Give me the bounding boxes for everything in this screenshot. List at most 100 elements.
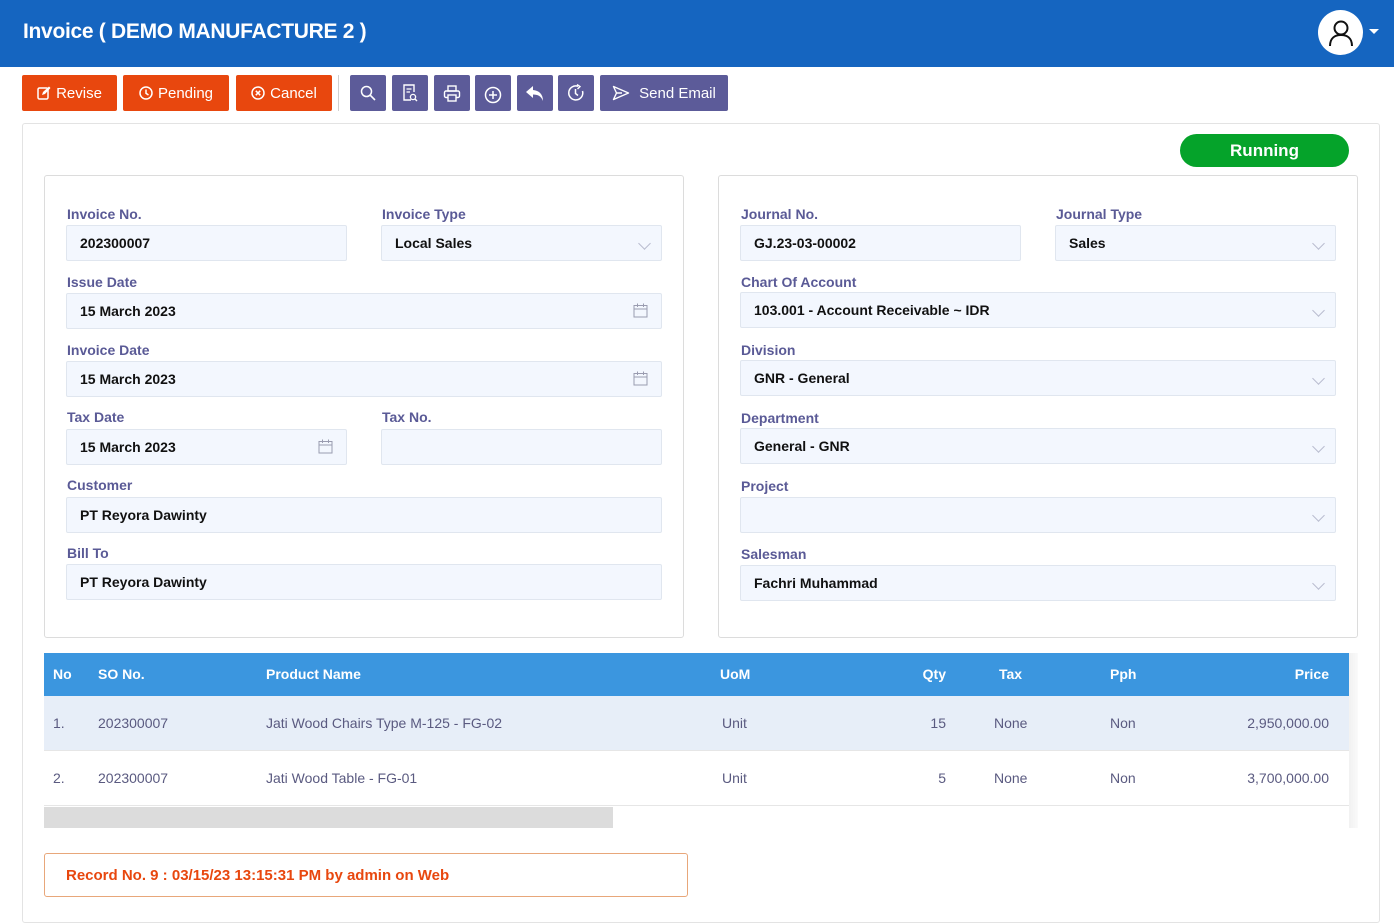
salesman-select[interactable]: Fachri Muhammad — [740, 565, 1336, 601]
salesman-value: Fachri Muhammad — [754, 575, 878, 591]
column-header-tax[interactable]: Tax — [999, 653, 1022, 696]
cell-tax: None — [994, 770, 1028, 786]
bill-to-field[interactable]: PT Reyora Dawinty — [66, 564, 662, 600]
journal-type-value: Sales — [1069, 235, 1106, 251]
journal-type-label: Journal Type — [1056, 206, 1143, 222]
edit-icon — [37, 86, 51, 100]
chart-of-account-label: Chart Of Account — [741, 274, 857, 290]
issue-date-field[interactable]: 15 March 2023 — [66, 293, 662, 329]
invoice-type-select[interactable]: Local Sales — [381, 225, 662, 261]
column-header-product-name[interactable]: Product Name — [266, 653, 361, 696]
preview-document-icon — [403, 84, 418, 102]
department-select[interactable]: General - GNR — [740, 428, 1336, 464]
chevron-down-icon — [1312, 440, 1325, 453]
journal-type-select[interactable]: Sales — [1055, 225, 1336, 261]
invoice-no-field[interactable]: 202300007 — [66, 225, 347, 261]
cancel-button[interactable]: Cancel — [236, 75, 332, 111]
history-button[interactable] — [558, 75, 594, 111]
undo-button[interactable] — [517, 75, 553, 111]
print-button[interactable] — [434, 75, 470, 111]
journal-no-field[interactable]: GJ.23-03-00002 — [740, 225, 1021, 261]
journal-no-label: Journal No. — [741, 206, 819, 222]
preview-button[interactable] — [392, 75, 428, 111]
customer-field[interactable]: PT Reyora Dawinty — [66, 497, 662, 533]
cell-product-name: Jati Wood Table - FG-01 — [266, 770, 418, 786]
chevron-down-icon — [1312, 509, 1325, 522]
status-badge: Running — [1180, 134, 1349, 167]
column-header-uom[interactable]: UoM — [720, 653, 750, 696]
division-select[interactable]: GNR - General — [740, 360, 1336, 396]
print-icon — [443, 84, 461, 102]
record-info-text: Record No. 9 : 03/15/23 13:15:31 PM by a… — [66, 866, 450, 884]
invoice-no-value: 202300007 — [80, 235, 151, 251]
calendar-icon[interactable] — [318, 439, 333, 454]
invoice-date-value: 15 March 2023 — [80, 371, 176, 387]
chevron-down-icon — [1312, 304, 1325, 317]
column-header-price[interactable]: Price — [1295, 653, 1329, 696]
invoice-date-field[interactable]: 15 March 2023 — [66, 361, 662, 397]
history-icon — [568, 84, 584, 101]
cell-product-name: Jati Wood Chairs Type M-125 - FG-02 — [266, 715, 503, 731]
bill-to-value: PT Reyora Dawinty — [80, 574, 207, 590]
clock-icon — [139, 86, 153, 100]
chevron-down-icon — [1312, 577, 1325, 590]
table-scroll-shadow — [1349, 653, 1358, 828]
issue-date-value: 15 March 2023 — [80, 303, 176, 319]
send-email-label: Send Email — [639, 84, 716, 102]
journal-no-value: GJ.23-03-00002 — [754, 235, 856, 251]
bill-to-label: Bill To — [67, 545, 109, 561]
chevron-down-icon — [638, 237, 651, 250]
issue-date-label: Issue Date — [67, 274, 138, 290]
customer-label: Customer — [67, 477, 133, 493]
user-avatar-button[interactable] — [1318, 10, 1363, 55]
department-value: General - GNR — [754, 438, 850, 454]
undo-icon — [526, 86, 543, 101]
cancel-circle-icon — [251, 86, 265, 100]
send-email-button[interactable]: Send Email — [600, 75, 728, 111]
add-button[interactable] — [475, 75, 511, 111]
invoice-items-table: No SO No. Product Name UoM Qty Tax Pph P… — [44, 653, 1349, 806]
cell-tax: None — [994, 715, 1028, 731]
tax-date-field[interactable]: 15 March 2023 — [66, 429, 347, 465]
table-header: No SO No. Product Name UoM Qty Tax Pph P… — [44, 653, 1349, 696]
pending-label: Pending — [157, 84, 214, 102]
chart-of-account-select[interactable]: 103.001 - Account Receivable ~ IDR — [740, 292, 1336, 328]
pending-button[interactable]: Pending — [123, 75, 229, 111]
column-header-qty[interactable]: Qty — [923, 653, 946, 696]
cell-pph: Non — [1110, 770, 1136, 786]
tax-no-field[interactable] — [381, 429, 662, 465]
chevron-down-icon — [1312, 372, 1325, 385]
user-icon — [1328, 20, 1353, 46]
column-header-pph[interactable]: Pph — [1110, 653, 1136, 696]
cell-no: 1. — [53, 715, 65, 731]
cell-uom: Unit — [722, 715, 747, 731]
search-icon — [360, 85, 376, 101]
project-select[interactable] — [740, 497, 1336, 533]
add-circle-icon — [484, 86, 502, 104]
cell-uom: Unit — [722, 770, 747, 786]
invoice-no-label: Invoice No. — [67, 206, 142, 222]
column-header-so-no[interactable]: SO No. — [98, 653, 145, 696]
horizontal-scrollbar-thumb[interactable] — [44, 807, 613, 828]
cell-qty: 5 — [938, 770, 946, 786]
caret-down-icon[interactable] — [1369, 29, 1379, 34]
cell-so-no: 202300007 — [98, 715, 169, 731]
tax-date-label: Tax Date — [67, 409, 125, 425]
table-row[interactable]: 1. 202300007 Jati Wood Chairs Type M-125… — [44, 696, 1349, 751]
search-button[interactable] — [350, 75, 386, 111]
chevron-down-icon — [1312, 237, 1325, 250]
calendar-icon[interactable] — [633, 371, 648, 386]
column-header-no[interactable]: No — [53, 653, 72, 696]
tax-no-label: Tax No. — [382, 409, 432, 425]
cancel-label: Cancel — [270, 84, 317, 102]
calendar-icon[interactable] — [633, 303, 648, 318]
revise-button[interactable]: Revise — [22, 75, 117, 111]
app-header: Invoice ( DEMO MANUFACTURE 2 ) — [0, 0, 1394, 67]
project-label: Project — [741, 478, 789, 494]
chart-of-account-value: 103.001 - Account Receivable ~ IDR — [754, 302, 990, 318]
table-row[interactable]: 2. 202300007 Jati Wood Table - FG-01 Uni… — [44, 751, 1349, 806]
cell-pph: Non — [1110, 715, 1136, 731]
page-title: Invoice ( DEMO MANUFACTURE 2 ) — [23, 20, 367, 43]
cell-no: 2. — [53, 770, 65, 786]
invoice-type-value: Local Sales — [395, 235, 473, 251]
